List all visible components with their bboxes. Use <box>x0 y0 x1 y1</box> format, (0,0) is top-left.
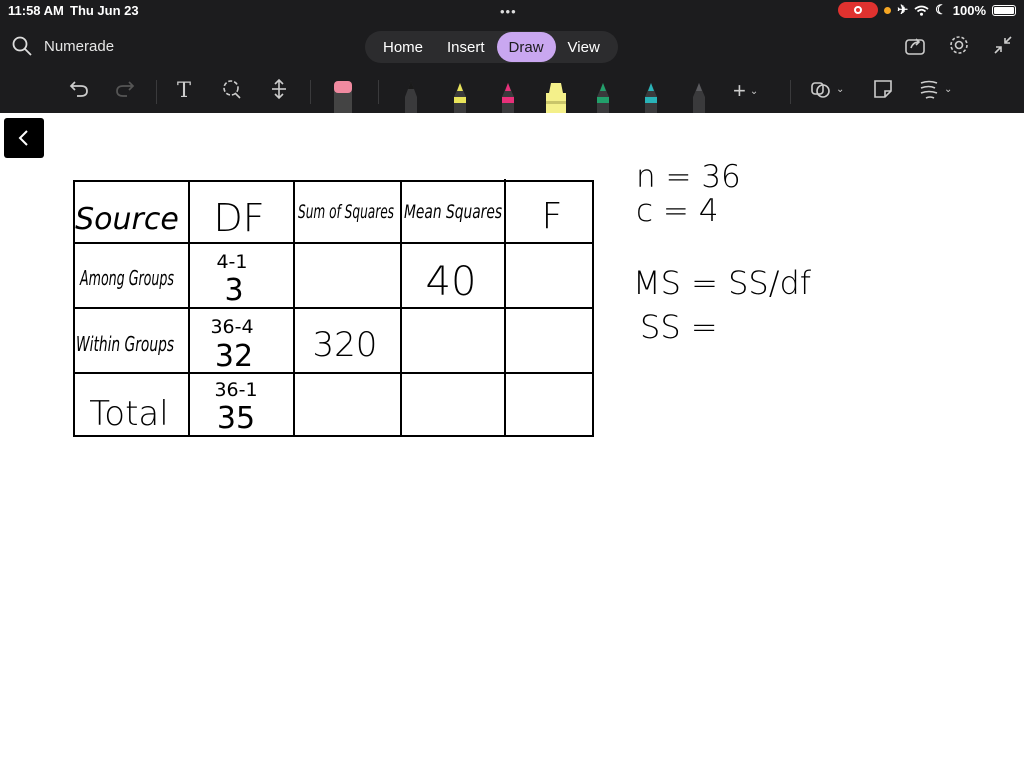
battery-icon <box>992 4 1016 16</box>
insert-space-icon[interactable] <box>268 78 290 100</box>
search-label: Numerade <box>44 37 115 55</box>
row-ms-among: 40 <box>426 259 477 305</box>
collapse-arrows-icon[interactable] <box>992 34 1014 56</box>
share-icon[interactable] <box>904 34 926 56</box>
multitasking-dots-icon[interactable]: ••• <box>500 4 517 19</box>
chevron-down-icon: ⌄ <box>944 83 953 95</box>
row-df-among: 3 <box>224 273 243 308</box>
chevron-down-icon: ⌄ <box>836 83 845 95</box>
drawing-toolbar: T + ⌄ ⌄ ⌄ <box>0 72 1024 113</box>
row-source-total: Total <box>89 394 168 434</box>
pink-pen-icon[interactable] <box>497 79 519 113</box>
ink-lines-icon <box>920 80 938 99</box>
settings-gear-icon[interactable] <box>948 34 970 56</box>
tab-draw[interactable]: Draw <box>496 32 556 62</box>
ribbon-tabs: Home Insert Draw View <box>365 31 618 63</box>
row-ss-within: 320 <box>313 325 378 365</box>
lasso-select-icon[interactable] <box>221 78 243 100</box>
tab-home[interactable]: Home <box>371 32 435 62</box>
black-pen-icon[interactable] <box>400 79 422 113</box>
undo-icon[interactable] <box>68 78 90 100</box>
app-chrome: 11:58 AM Thu Jun 23 ••• ✈ ☾ 100% Numerad… <box>0 0 1024 113</box>
search-button[interactable]: Numerade <box>12 36 114 56</box>
wifi-icon <box>914 5 929 16</box>
chevron-down-icon: ⌄ <box>749 85 759 97</box>
note-c-value: c = 4 <box>636 193 718 229</box>
drawing-canvas[interactable]: Source DF Sum of Squares Mean Squares F … <box>0 113 1024 768</box>
eraser-icon[interactable] <box>333 79 353 113</box>
tab-insert[interactable]: Insert <box>435 32 497 62</box>
teal-pen-icon[interactable] <box>640 79 662 113</box>
battery-percent: 100% <box>952 2 986 18</box>
text-tool-icon[interactable]: T <box>177 78 191 102</box>
header-source: Source <box>75 202 179 237</box>
header-df: DF <box>213 196 264 240</box>
airplane-icon: ✈ <box>897 2 909 17</box>
ink-to-shape-button[interactable]: ⌄ <box>918 78 952 100</box>
moon-icon: ☾ <box>935 2 947 17</box>
status-time: 11:58 AM <box>8 3 64 18</box>
shapes-icon <box>811 82 830 98</box>
redo-icon[interactable] <box>114 78 136 100</box>
green-pen-icon[interactable] <box>592 79 614 113</box>
top-right-actions <box>904 34 1014 56</box>
toolbar-divider <box>156 80 157 104</box>
plus-icon: + <box>733 78 746 103</box>
top-bar: Numerade Home Insert Draw View <box>0 28 1024 68</box>
yellow-highlighter-icon[interactable] <box>543 79 569 113</box>
row-source-within: Within Groups <box>76 332 174 356</box>
note-ss: SS = <box>640 308 718 346</box>
row-df-work-total: 36-1 <box>214 379 257 401</box>
search-icon <box>12 36 32 56</box>
toolbar-divider <box>310 80 311 104</box>
screen-recording-icon[interactable] <box>838 2 879 18</box>
toolbar-divider <box>790 80 791 104</box>
status-bar: 11:58 AM Thu Jun 23 ••• ✈ ☾ 100% <box>0 0 1024 22</box>
status-indicators: ✈ ☾ 100% <box>838 2 1016 18</box>
header-mean-squares: Mean Squares <box>404 201 502 223</box>
add-pen-button[interactable]: + ⌄ <box>733 78 758 104</box>
row-df-total: 35 <box>217 401 255 436</box>
sticky-note-icon[interactable] <box>872 78 894 100</box>
toolbar-divider <box>378 80 379 104</box>
yellow-pen-icon[interactable] <box>449 79 471 113</box>
microphone-indicator-icon <box>884 6 892 14</box>
note-n-value: n = 36 <box>636 159 741 195</box>
gray-pen-icon[interactable] <box>688 79 710 113</box>
row-df-within: 32 <box>215 339 253 374</box>
tab-view[interactable]: View <box>556 32 612 62</box>
header-f: F <box>542 196 563 237</box>
row-df-work-among: 4-1 <box>216 251 247 273</box>
note-ms-formula: MS = SS/df <box>633 264 812 302</box>
row-df-work-within: 36-4 <box>210 316 253 338</box>
status-date: Thu Jun 23 <box>70 3 139 18</box>
row-source-among: Among Groups <box>79 266 174 290</box>
header-sum-of-squares: Sum of Squares <box>298 201 394 223</box>
shapes-button[interactable]: ⌄ <box>810 78 844 100</box>
